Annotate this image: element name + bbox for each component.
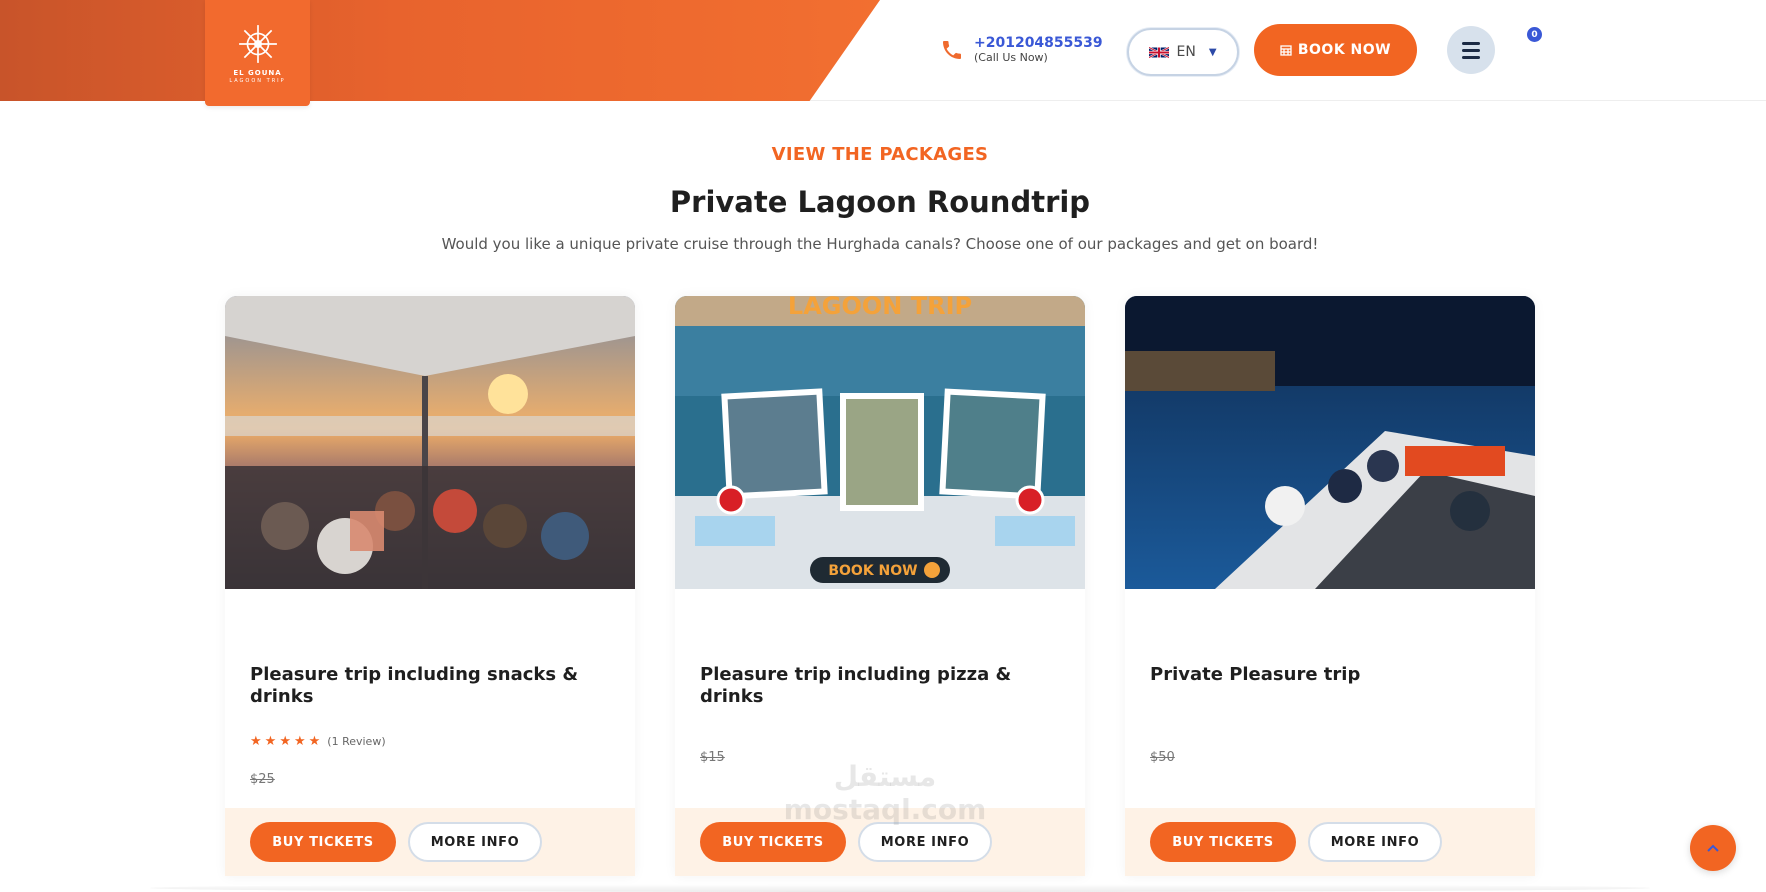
logo-subtext: LAGOON TRIP bbox=[229, 77, 286, 84]
language-label: EN bbox=[1176, 44, 1196, 60]
package-image[interactable] bbox=[225, 296, 635, 589]
buy-tickets-button[interactable]: BUY TICKETS bbox=[250, 822, 396, 862]
package-price: $50 bbox=[1150, 750, 1175, 765]
package-price: $25 bbox=[250, 772, 275, 787]
section-eyebrow: VIEW THE PACKAGES bbox=[771, 144, 989, 165]
package-title[interactable]: Pleasure trip including snacks & drinks bbox=[250, 664, 610, 708]
package-price: $15 bbox=[700, 750, 725, 765]
more-info-button[interactable]: MORE INFO bbox=[858, 822, 992, 862]
image-headline: LAGOON TRIP bbox=[788, 296, 972, 320]
star-icon: ★ bbox=[293, 734, 306, 749]
star-icon: ★ bbox=[308, 734, 321, 749]
card-actions: BUY TICKETS MORE INFO bbox=[675, 808, 1085, 876]
scroll-to-top-button[interactable] bbox=[1690, 825, 1736, 871]
phone-number[interactable]: +201204855539 bbox=[974, 35, 1103, 51]
package-title[interactable]: Pleasure trip including pizza & drinks bbox=[700, 664, 1060, 708]
star-icon: ★ bbox=[279, 734, 291, 749]
card-actions: BUY TICKETS MORE INFO bbox=[1125, 808, 1535, 876]
book-now-button[interactable]: BOOK NOW bbox=[1254, 24, 1417, 76]
more-info-button[interactable]: MORE INFO bbox=[1308, 822, 1442, 862]
site-header: EL GOUNA LAGOON TRIP +201204855539 (Call… bbox=[0, 0, 1766, 106]
phone-caption: (Call Us Now) bbox=[974, 51, 1048, 64]
image-book-label: BOOK NOW bbox=[828, 563, 917, 579]
uk-flag-icon bbox=[1149, 46, 1170, 58]
section-title: Private Lagoon Roundtrip bbox=[669, 185, 1091, 219]
book-now-label: BOOK NOW bbox=[1297, 42, 1392, 58]
package-image[interactable]: LAGOON TRIP BOOK NOW bbox=[675, 296, 1085, 589]
site-logo[interactable]: EL GOUNA LAGOON TRIP bbox=[205, 0, 310, 106]
header-accent-band bbox=[0, 0, 880, 101]
package-title[interactable]: Private Pleasure trip bbox=[1150, 664, 1510, 686]
section-subtitle: Would you like a unique private cruise t… bbox=[441, 235, 1319, 253]
hamburger-icon[interactable] bbox=[1447, 26, 1495, 74]
package-card: Private Pleasure trip $50 BUY TICKETS MO… bbox=[1125, 296, 1535, 876]
buy-tickets-button[interactable]: BUY TICKETS bbox=[700, 822, 846, 862]
card-actions: BUY TICKETS MORE INFO bbox=[225, 808, 635, 876]
page-bottom-shadow bbox=[150, 884, 1650, 892]
package-image[interactable] bbox=[1125, 296, 1535, 589]
review-count: (1 Review) bbox=[327, 735, 386, 748]
package-card: LAGOON TRIP BOOK NOW Pleasure trip inclu… bbox=[675, 296, 1085, 876]
cart-count-badge[interactable]: 0 bbox=[1527, 27, 1542, 42]
more-info-button[interactable]: MORE INFO bbox=[408, 822, 542, 862]
language-selector[interactable]: EN ▼ bbox=[1127, 28, 1239, 76]
ship-wheel-icon bbox=[238, 24, 277, 63]
star-icon: ★ bbox=[250, 734, 262, 749]
package-card: Pleasure trip including snacks & drinks … bbox=[225, 296, 635, 876]
chevron-down-icon: ▼ bbox=[1208, 46, 1217, 58]
arrow-up-icon bbox=[1707, 844, 1719, 852]
phone-contact[interactable]: +201204855539 (Call Us Now) bbox=[940, 35, 1103, 64]
phone-icon bbox=[943, 40, 961, 59]
star-rating: ★ ★ ★ ★ ★ (1 Review) bbox=[250, 734, 386, 749]
buy-tickets-button[interactable]: BUY TICKETS bbox=[1150, 822, 1296, 862]
calendar-icon bbox=[1280, 45, 1292, 56]
logo-text: EL GOUNA bbox=[233, 68, 282, 77]
star-icon: ★ bbox=[264, 734, 277, 749]
